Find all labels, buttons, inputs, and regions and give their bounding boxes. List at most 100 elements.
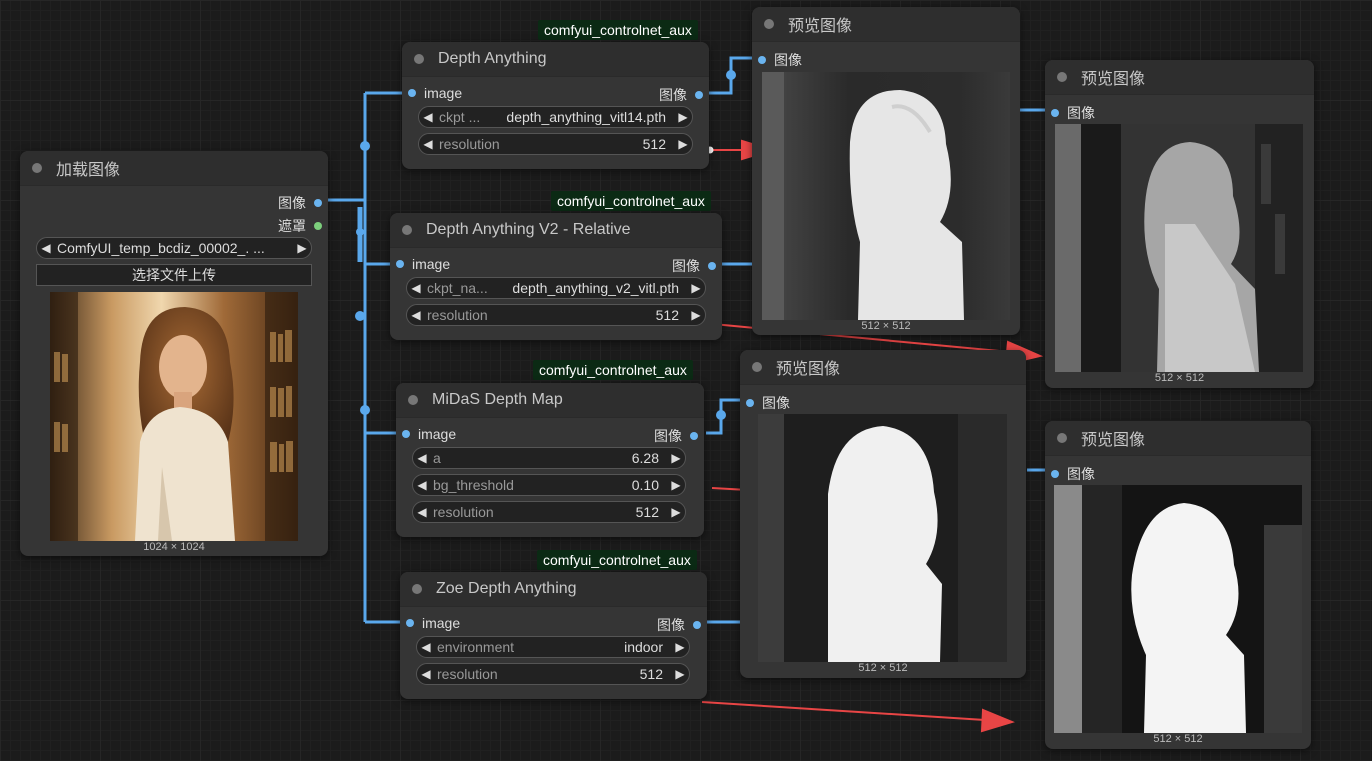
prev-arrow-icon[interactable]: ◀: [417, 640, 435, 654]
a-widget-value: 6.28: [631, 450, 659, 466]
resolution-widget-name: resolution: [439, 136, 500, 152]
prev-arrow-icon[interactable]: ◀: [413, 505, 431, 519]
input-image-port[interactable]: [406, 619, 414, 627]
next-arrow-icon[interactable]: ▶: [671, 640, 689, 654]
output-image-slot[interactable]: 图像: [654, 426, 698, 446]
resolution-widget[interactable]: ◀ resolution 512 ▶: [416, 663, 690, 685]
input-image-slot[interactable]: 图像: [758, 50, 802, 70]
depth-preview-image: [1055, 124, 1303, 372]
resolution-widget-name: resolution: [433, 504, 494, 520]
output-mask-port[interactable]: [314, 222, 322, 230]
node-title-bar[interactable]: 预览图像: [740, 350, 1026, 385]
environment-widget[interactable]: ◀ environment indoor ▶: [416, 636, 690, 658]
bg-threshold-widget-name: bg_threshold: [433, 477, 514, 493]
input-image-port[interactable]: [1051, 109, 1059, 117]
input-image-slot[interactable]: image: [408, 85, 462, 101]
input-image-slot[interactable]: image: [406, 615, 460, 631]
preview-image-node-2[interactable]: 预览图像 图像 512 × 512: [1045, 60, 1314, 388]
collapse-dot[interactable]: [752, 362, 762, 372]
prev-arrow-icon[interactable]: ◀: [407, 308, 425, 322]
input-image-port[interactable]: [746, 399, 754, 407]
package-badge-3: comfyui_controlnet_aux: [533, 360, 693, 380]
output-image-slot[interactable]: 图像: [659, 85, 703, 105]
input-image-port[interactable]: [396, 260, 404, 268]
input-image-port[interactable]: [402, 430, 410, 438]
preview-image-node-1[interactable]: 预览图像 图像 512 × 512: [752, 7, 1020, 335]
input-image-slot[interactable]: image: [402, 426, 456, 442]
zoe-depth-anything-node[interactable]: Zoe Depth Anything image 图像 ◀ environmen…: [400, 572, 707, 699]
ckpt-widget[interactable]: ◀ ckpt ... depth_anything_vitl14.pth ▶: [418, 106, 693, 128]
node-title-bar[interactable]: 预览图像: [1045, 60, 1314, 95]
output-image-port[interactable]: [314, 199, 322, 207]
preview-image-node-3[interactable]: 预览图像 图像 512 × 512: [740, 350, 1026, 678]
preview-image-node-4[interactable]: 预览图像 图像 512 × 512: [1045, 421, 1311, 749]
a-widget-name: a: [433, 450, 441, 466]
output-image-port[interactable]: [690, 432, 698, 440]
input-image-slot[interactable]: 图像: [1051, 103, 1095, 123]
node-title-bar[interactable]: 预览图像: [1045, 421, 1311, 456]
node-title-bar[interactable]: 预览图像: [752, 7, 1020, 42]
output-image-port[interactable]: [693, 621, 701, 629]
resolution-widget[interactable]: ◀ resolution 512 ▶: [406, 304, 706, 326]
input-image-label: image: [422, 615, 461, 631]
output-image-port[interactable]: [708, 262, 716, 270]
output-image-slot[interactable]: 图像: [278, 193, 322, 213]
collapse-dot[interactable]: [414, 54, 424, 64]
collapse-dot[interactable]: [764, 19, 774, 29]
input-image-slot[interactable]: image: [396, 256, 450, 272]
image-file-combo[interactable]: ◀ ComfyUI_temp_bcdiz_00002_. ... ▶: [36, 237, 312, 259]
collapse-dot[interactable]: [1057, 433, 1067, 443]
output-mask-label: 遮罩: [278, 218, 306, 234]
prev-arrow-icon[interactable]: ◀: [37, 241, 55, 255]
output-image-slot[interactable]: 图像: [657, 615, 701, 635]
collapse-dot[interactable]: [402, 225, 412, 235]
image-size-caption: 512 × 512: [1153, 733, 1203, 745]
midas-depth-map-node[interactable]: MiDaS Depth Map image 图像 ◀ a 6.28 ▶ ◀ bg…: [396, 383, 704, 537]
depth-preview-image: [758, 414, 1007, 662]
input-image-label: image: [424, 85, 463, 101]
bg-threshold-widget[interactable]: ◀ bg_threshold 0.10 ▶: [412, 474, 686, 496]
output-image-label: 图像: [672, 258, 700, 274]
output-image-slot[interactable]: 图像: [672, 256, 716, 276]
next-arrow-icon[interactable]: ▶: [667, 478, 685, 492]
next-arrow-icon[interactable]: ▶: [674, 110, 692, 124]
next-arrow-icon[interactable]: ▶: [687, 308, 705, 322]
prev-arrow-icon[interactable]: ◀: [419, 110, 437, 124]
next-arrow-icon[interactable]: ▶: [667, 451, 685, 465]
input-image-port[interactable]: [758, 56, 766, 64]
depth-anything-v2-node[interactable]: Depth Anything V2 - Relative image 图像 ◀ …: [390, 213, 722, 340]
prev-arrow-icon[interactable]: ◀: [407, 281, 425, 295]
prev-arrow-icon[interactable]: ◀: [413, 451, 431, 465]
input-image-slot[interactable]: 图像: [746, 393, 790, 413]
ckpt-name-widget[interactable]: ◀ ckpt_na... depth_anything_v2_vitl.pth …: [406, 277, 706, 299]
next-arrow-icon[interactable]: ▶: [687, 281, 705, 295]
input-image-label: image: [412, 256, 451, 272]
next-arrow-icon[interactable]: ▶: [674, 137, 692, 151]
node-title-bar[interactable]: Depth Anything V2 - Relative: [390, 213, 722, 248]
load-image-node[interactable]: 加载图像 图像 遮罩 ◀ ComfyUI_temp_bcdiz_00002_. …: [20, 151, 328, 556]
upload-button[interactable]: 选择文件上传: [36, 264, 312, 286]
collapse-dot[interactable]: [408, 395, 418, 405]
next-arrow-icon[interactable]: ▶: [667, 505, 685, 519]
depth-anything-node[interactable]: Depth Anything image 图像 ◀ ckpt ... depth…: [402, 42, 709, 169]
prev-arrow-icon[interactable]: ◀: [417, 667, 435, 681]
prev-arrow-icon[interactable]: ◀: [413, 478, 431, 492]
collapse-dot[interactable]: [1057, 72, 1067, 82]
next-arrow-icon[interactable]: ▶: [671, 667, 689, 681]
next-arrow-icon[interactable]: ▶: [293, 241, 311, 255]
collapse-dot[interactable]: [32, 163, 42, 173]
node-title-bar[interactable]: MiDaS Depth Map: [396, 383, 704, 418]
output-mask-slot[interactable]: 遮罩: [278, 216, 322, 236]
resolution-widget[interactable]: ◀ resolution 512 ▶: [418, 133, 693, 155]
prev-arrow-icon[interactable]: ◀: [419, 137, 437, 151]
node-title-bar[interactable]: Depth Anything: [402, 42, 709, 77]
input-image-port[interactable]: [1051, 470, 1059, 478]
a-widget[interactable]: ◀ a 6.28 ▶: [412, 447, 686, 469]
output-image-port[interactable]: [695, 91, 703, 99]
input-image-port[interactable]: [408, 89, 416, 97]
resolution-widget[interactable]: ◀ resolution 512 ▶: [412, 501, 686, 523]
node-title-bar[interactable]: Zoe Depth Anything: [400, 572, 707, 607]
node-title-bar[interactable]: 加载图像: [20, 151, 328, 186]
input-image-slot[interactable]: 图像: [1051, 464, 1095, 484]
collapse-dot[interactable]: [412, 584, 422, 594]
